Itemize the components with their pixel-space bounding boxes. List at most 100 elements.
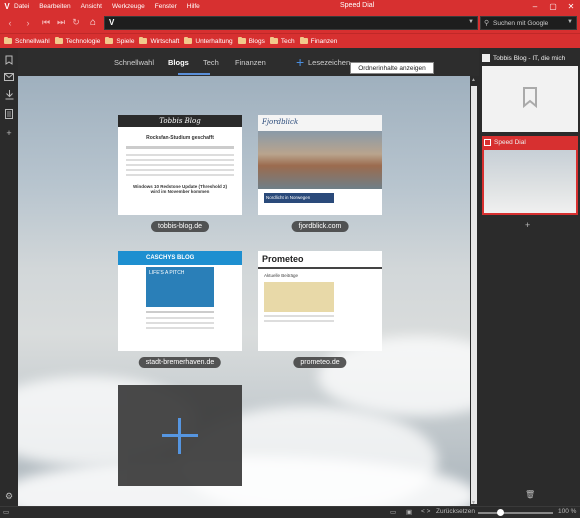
bookmark-panel-icon[interactable] — [3, 54, 15, 66]
thumb-subtitle: Aktuelle Beiträge — [264, 273, 299, 278]
image-icon[interactable]: ▣ — [406, 508, 412, 516]
thumb-line — [126, 154, 234, 156]
tab-title: Speed Dial — [494, 138, 526, 146]
home-icon[interactable]: ⌂ — [87, 16, 99, 29]
menu-hilfe[interactable]: Hilfe — [187, 3, 200, 10]
speed-dial-caschys-blog[interactable]: CASCHYS BLOG LIFE'S A PITCH stadt-bremer… — [118, 251, 242, 376]
tab-lesezeichen[interactable]: Lesezeichen — [308, 58, 350, 67]
scrollbar[interactable]: ▲ ▼ — [470, 76, 478, 506]
tab-preview[interactable] — [482, 66, 578, 132]
thumb-line — [126, 146, 234, 149]
tab-tech[interactable]: Tech — [203, 58, 219, 67]
scrollbar-thumb[interactable] — [471, 86, 477, 504]
fastforward-icon[interactable]: ⏭ — [55, 16, 67, 29]
zoom-level: 100 % — [558, 508, 577, 515]
title-bar: V Datei Bearbeiten Ansicht Werkzeuge Fen… — [0, 0, 580, 13]
bookmark-technologie[interactable]: Technologie — [54, 36, 101, 45]
thumb-line — [126, 169, 234, 171]
menu-ansicht[interactable]: Ansicht — [81, 3, 102, 10]
dial-label: prometeo.de — [293, 357, 347, 368]
bookmark-tech[interactable]: Tech — [269, 36, 295, 45]
thumb-line — [264, 315, 334, 317]
settings-gear-icon[interactable]: ⚙ — [3, 490, 15, 502]
tab-schnellwahl[interactable]: Schnellwahl — [114, 58, 154, 67]
speed-dial-fjordblick[interactable]: Fjordblick Nordlicht in Norwegen fjordbl… — [258, 115, 382, 240]
thumb-photo — [258, 131, 382, 189]
add-tab-icon[interactable]: + — [525, 220, 530, 230]
tab-speed-dial[interactable]: Speed Dial — [482, 136, 578, 148]
downloads-panel-icon[interactable] — [3, 89, 15, 101]
tab-stack-panel: Tobbis Blog - IT, die mich Speed Dial + … — [479, 48, 580, 506]
reset-zoom-button[interactable]: Zurücksetzen — [436, 508, 475, 515]
maximize-button[interactable]: ▢ — [546, 0, 560, 13]
tab-preview-active[interactable] — [482, 148, 578, 215]
panel-toggle-icon[interactable]: ▭ — [3, 508, 9, 516]
bookmark-unterhaltung[interactable]: Unterhaltung — [184, 36, 233, 45]
menu-datei[interactable]: Datei — [14, 3, 29, 10]
bookmark-label: Schnellwahl — [15, 37, 50, 45]
bookmark-label: Blogs — [248, 37, 265, 45]
thumb-line — [264, 320, 334, 322]
bookmark-label: Finanzen — [310, 37, 338, 45]
forward-icon[interactable]: › — [22, 16, 34, 29]
rewind-icon[interactable]: ⏮ — [40, 16, 52, 29]
bookmark-label: Unterhaltung — [195, 37, 233, 45]
folder-icon — [184, 36, 193, 44]
reload-icon[interactable]: ↻ — [70, 16, 82, 29]
bookmark-schnellwahl[interactable]: Schnellwahl — [4, 36, 50, 45]
trash-icon[interactable]: 🗑 — [525, 490, 535, 499]
tab-title: Tobbis Blog - IT, die mich — [493, 54, 566, 62]
plus-icon — [178, 418, 181, 454]
folder-icon — [105, 36, 114, 44]
add-speed-dial-button[interactable] — [118, 385, 242, 486]
add-panel-icon[interactable]: + — [3, 127, 15, 139]
address-field[interactable]: V ▼ — [104, 16, 478, 30]
tab-tobbis-blog[interactable]: Tobbis Blog - IT, die mich — [482, 52, 578, 64]
search-engine-dropdown-icon[interactable]: ▼ — [567, 19, 573, 25]
address-dropdown-icon[interactable]: ▼ — [468, 19, 474, 25]
minimize-button[interactable]: – — [528, 0, 542, 13]
menu-bearbeiten[interactable]: Bearbeiten — [39, 3, 70, 10]
thumb-story: Windows 10 Redstone Update (Threshold 2)… — [133, 184, 227, 194]
bookmark-label: Tech — [280, 37, 295, 45]
menu-fenster[interactable]: Fenster — [155, 3, 177, 10]
vivaldi-logo-icon[interactable]: V — [0, 0, 14, 13]
bookmark-wirtschaft[interactable]: Wirtschaft — [139, 36, 179, 45]
bookmark-blogs[interactable]: Blogs — [237, 36, 265, 45]
speed-dial-tobbis-blog[interactable]: Tobbis Blog Rocksfan-Studium geschafft W… — [118, 115, 242, 240]
scroll-up-icon[interactable]: ▲ — [471, 77, 476, 83]
thumb-header: Tobbis Blog — [118, 115, 242, 127]
add-folder-button[interactable]: + — [296, 54, 304, 70]
folder-icon — [54, 36, 63, 44]
bookmark-label: Technologie — [65, 37, 101, 45]
zoom-slider[interactable] — [478, 509, 553, 516]
code-icon[interactable]: < > — [421, 508, 430, 515]
thumb-chart — [264, 282, 334, 312]
thumb-title: Rocksfan-Studium geschafft — [146, 135, 214, 141]
bookmark-finanzen[interactable]: Finanzen — [299, 36, 338, 45]
notes-panel-icon[interactable] — [3, 108, 15, 120]
tab-finanzen[interactable]: Finanzen — [235, 58, 266, 67]
thumb-line — [146, 327, 214, 329]
favicon-icon — [482, 54, 490, 62]
active-tab-indicator — [178, 73, 210, 75]
close-button[interactable]: ✕ — [564, 0, 578, 13]
dial-thumbnail: Fjordblick Nordlicht in Norwegen — [258, 115, 382, 215]
search-field[interactable]: ⚲ Suchen mit Google ▼ — [480, 16, 577, 30]
tooltip: Ordnerinhalte anzeigen — [350, 62, 434, 74]
window-icon[interactable]: ▭ — [390, 508, 396, 516]
status-bar: ▭ ▭ ▣ < > Zurücksetzen 100 % — [0, 506, 580, 518]
side-panel-bar: + ⚙ — [0, 48, 18, 506]
thumb-header: Prometeo — [258, 251, 382, 269]
dial-thumbnail: Prometeo Aktuelle Beiträge — [258, 251, 382, 351]
mail-panel-icon[interactable] — [3, 71, 15, 83]
bookmark-spiele[interactable]: Spiele — [105, 36, 134, 45]
tab-blogs[interactable]: Blogs — [168, 58, 189, 67]
menu-werkzeuge[interactable]: Werkzeuge — [112, 3, 145, 10]
back-icon[interactable]: ‹ — [4, 16, 16, 29]
thumb-caption: Nordlicht in Norwegen — [264, 193, 334, 203]
thumb-line — [146, 317, 214, 319]
speed-dial-prometeo[interactable]: Prometeo Aktuelle Beiträge prometeo.de — [258, 251, 382, 376]
thumb-line — [126, 159, 234, 161]
zoom-slider-knob[interactable] — [497, 509, 504, 516]
